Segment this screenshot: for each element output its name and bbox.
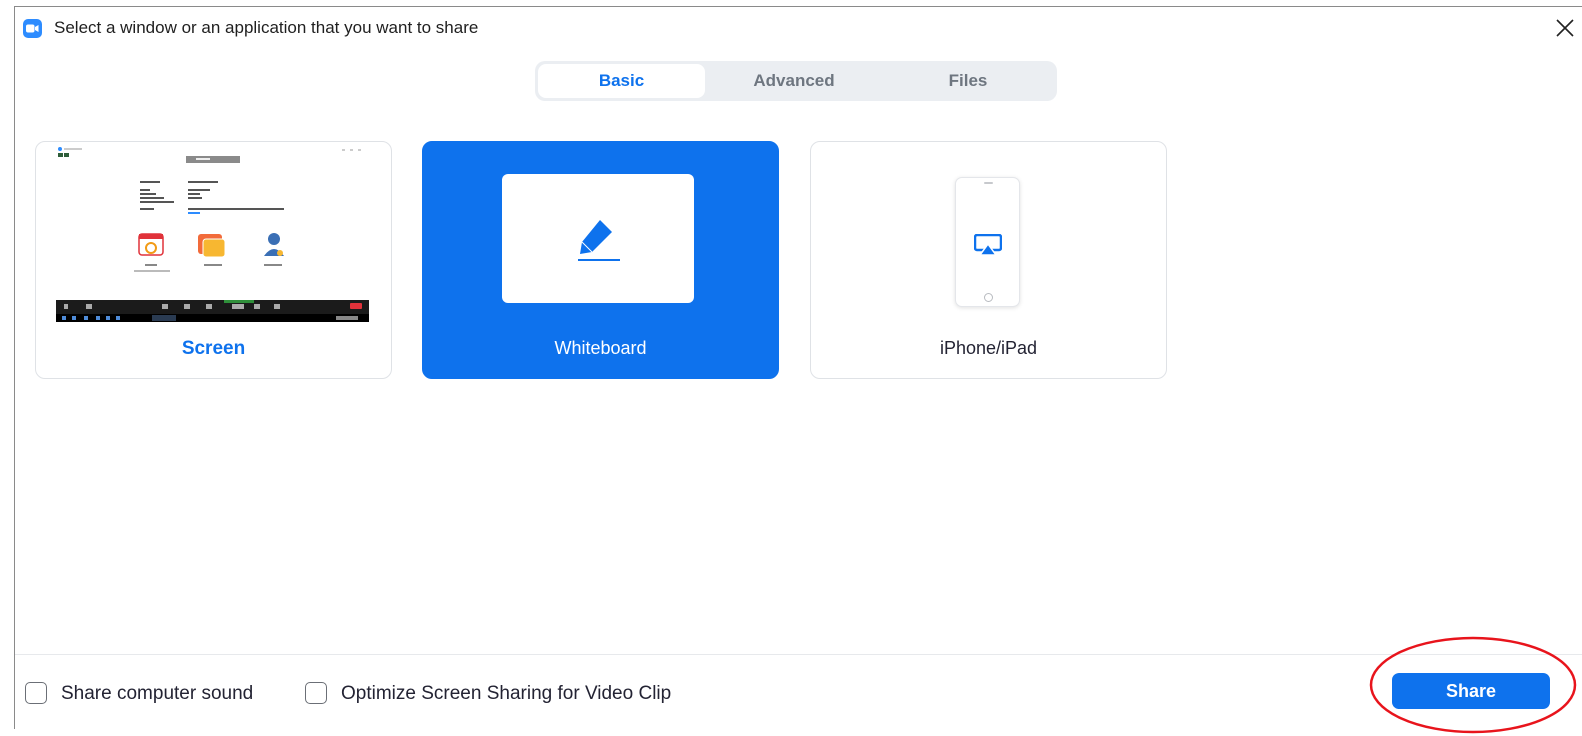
footer-divider (15, 654, 1582, 655)
share-computer-sound-checkbox[interactable] (25, 682, 47, 704)
phone-speaker (984, 182, 993, 184)
optimize-video-label: Optimize Screen Sharing for Video Clip (341, 683, 672, 704)
title-bar: Select a window or an application that y… (15, 7, 1582, 47)
close-icon[interactable] (1554, 17, 1576, 39)
tab-advanced[interactable]: Advanced (709, 64, 879, 98)
dialog-title: Select a window or an application that y… (54, 18, 479, 37)
zoom-camera-icon (23, 19, 42, 38)
share-option-whiteboard[interactable]: Whiteboard (422, 141, 779, 379)
phone-home-button (984, 293, 993, 302)
tab-files[interactable]: Files (883, 64, 1053, 98)
share-computer-sound-option[interactable]: Share computer sound (25, 681, 287, 707)
share-computer-sound-label: Share computer sound (61, 683, 254, 704)
optimize-video-option[interactable]: Optimize Screen Sharing for Video Clip (305, 681, 725, 707)
whiteboard-preview (502, 174, 694, 303)
share-option-label: Screen (181, 338, 246, 359)
optimize-video-checkbox[interactable] (305, 682, 327, 704)
share-screen-dialog: Select a window or an application that y… (14, 6, 1582, 734)
pencil-icon (578, 220, 620, 261)
share-option-label: Whiteboard (554, 338, 647, 358)
share-tabs: Basic Advanced Files (535, 61, 1057, 101)
share-option-screen[interactable]: Screen (35, 141, 392, 379)
screen-thumbnail (56, 146, 369, 322)
airplay-icon (974, 234, 1002, 256)
share-option-label: iPhone/iPad (939, 338, 1038, 358)
phone-illustration (955, 177, 1020, 307)
share-option-iphone-ipad[interactable]: iPhone/iPad (810, 141, 1167, 379)
share-button[interactable]: Share (1392, 673, 1550, 709)
tab-basic[interactable]: Basic (538, 64, 705, 98)
